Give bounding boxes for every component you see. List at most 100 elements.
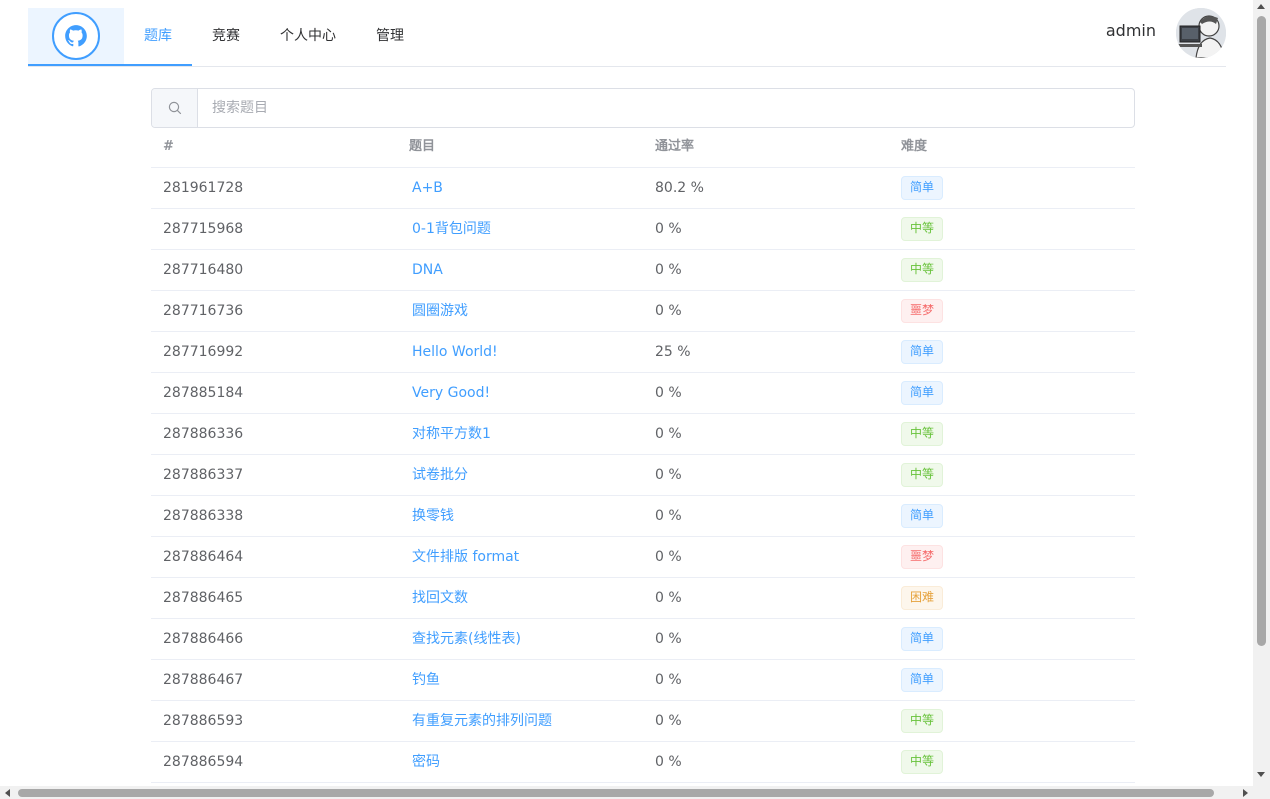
problem-id: 287886466	[163, 631, 244, 647]
problem-title-link[interactable]: 有重复元素的排列问题	[412, 701, 552, 741]
table-body: 281961728 A+B 80.2 % 简单 287715968 0-1背包问题 0 % 中…	[151, 168, 1135, 783]
username-label[interactable]: admin	[1106, 21, 1156, 40]
nav-item-contest[interactable]: 竞赛	[192, 8, 260, 64]
pass-rate: 0 %	[655, 549, 682, 565]
pass-rate: 0 %	[655, 590, 682, 606]
nav-item-admin[interactable]: 管理	[356, 8, 424, 64]
search-input[interactable]	[198, 89, 1134, 127]
problem-title-link[interactable]: 换零钱	[412, 496, 454, 536]
problem-table: # 题目 通过率 难度 281961728 A+B 80.2 % 简单 28771596…	[151, 127, 1135, 783]
header-pass-rate: 通过率	[655, 139, 695, 154]
problem-id: 287886467	[163, 672, 244, 688]
pass-rate: 0 %	[655, 262, 682, 278]
scroll-right-icon[interactable]	[1243, 789, 1248, 797]
problem-title-link[interactable]: Very Good!	[412, 373, 490, 413]
nav-item-problems[interactable]: 题库	[124, 8, 192, 66]
scroll-up-icon[interactable]	[1257, 4, 1265, 9]
scroll-down-icon[interactable]	[1257, 772, 1265, 777]
difficulty-cell: 中等	[901, 742, 944, 782]
header-title: 题目	[409, 139, 436, 154]
problem-id: 287886465	[163, 590, 244, 606]
problem-title-link[interactable]: 0-1背包问题	[412, 209, 491, 249]
difficulty-tag: 简单	[901, 627, 944, 651]
scroll-left-icon[interactable]	[5, 789, 10, 797]
search-box	[151, 88, 1135, 128]
problem-title-link[interactable]: 对称平方数1	[412, 414, 491, 454]
pass-rate: 0 %	[655, 221, 682, 237]
difficulty-cell: 简单	[901, 332, 944, 372]
difficulty-tag: 噩梦	[901, 545, 944, 569]
problem-title-link[interactable]: 试卷批分	[412, 455, 468, 495]
problem-title-link[interactable]: A+B	[412, 168, 443, 208]
difficulty-tag: 简单	[901, 381, 944, 405]
table-row: 287715968 0-1背包问题 0 % 中等	[151, 209, 1135, 250]
problem-title-link[interactable]: 钓鱼	[412, 660, 440, 700]
pass-rate: 0 %	[655, 631, 682, 647]
difficulty-tag: 简单	[901, 176, 944, 200]
table-row: 287886465 找回文数 0 % 困难	[151, 578, 1135, 619]
difficulty-tag: 中等	[901, 750, 944, 774]
problem-title-link[interactable]: 找回文数	[412, 578, 468, 618]
top-nav: 题库 竞赛 个人中心 管理 admin	[28, 8, 1226, 67]
horizontal-scrollbar[interactable]	[0, 786, 1253, 799]
problem-id: 287886594	[163, 754, 244, 770]
problem-id: 287886338	[163, 508, 244, 524]
difficulty-cell: 困难	[901, 578, 944, 618]
problem-id: 287886593	[163, 713, 244, 729]
difficulty-cell: 简单	[901, 373, 944, 413]
difficulty-cell: 噩梦	[901, 291, 944, 331]
problem-id: 287716480	[163, 262, 244, 278]
problem-title-link[interactable]: 文件排版 format	[412, 537, 519, 577]
difficulty-tag: 中等	[901, 422, 944, 446]
difficulty-tag: 简单	[901, 504, 944, 528]
table-row: 287886464 文件排版 format 0 % 噩梦	[151, 537, 1135, 578]
table-row: 287716992 Hello World! 25 % 简单	[151, 332, 1135, 373]
horizontal-scroll-thumb[interactable]	[18, 789, 1214, 797]
table-row: 287886594 密码 0 % 中等	[151, 742, 1135, 783]
difficulty-cell: 简单	[901, 496, 944, 536]
problem-title-link[interactable]: 查找元素(线性表)	[412, 619, 521, 659]
difficulty-tag: 简单	[901, 340, 944, 364]
problem-id: 287716736	[163, 303, 244, 319]
problem-id: 287886464	[163, 549, 244, 565]
search-icon[interactable]	[152, 89, 198, 127]
difficulty-tag: 中等	[901, 709, 944, 733]
problem-id: 281961728	[163, 180, 244, 196]
pass-rate: 0 %	[655, 713, 682, 729]
difficulty-cell: 简单	[901, 660, 944, 700]
pass-rate: 80.2 %	[655, 180, 704, 196]
problem-id: 287715968	[163, 221, 244, 237]
pass-rate: 0 %	[655, 754, 682, 770]
problem-title-link[interactable]: 密码	[412, 742, 440, 782]
problem-id: 287716992	[163, 344, 244, 360]
table-row: 287886466 查找元素(线性表) 0 % 简单	[151, 619, 1135, 660]
difficulty-tag: 中等	[901, 217, 944, 241]
table-row: 287716736 圆圈游戏 0 % 噩梦	[151, 291, 1135, 332]
pass-rate: 0 %	[655, 426, 682, 442]
difficulty-tag: 噩梦	[901, 299, 944, 323]
page: 题库 竞赛 个人中心 管理 admin 搜索题目 # 题目 通过率 难度 281…	[0, 0, 1270, 799]
difficulty-cell: 中等	[901, 209, 944, 249]
table-row: 287885184 Very Good! 0 % 简单	[151, 373, 1135, 414]
table-row: 287886337 试卷批分 0 % 中等	[151, 455, 1135, 496]
problem-title-link[interactable]: DNA	[412, 250, 443, 290]
difficulty-cell: 中等	[901, 455, 944, 495]
problem-id: 287885184	[163, 385, 244, 401]
user-avatar-icon[interactable]	[1176, 8, 1226, 58]
problem-id: 287886337	[163, 467, 244, 483]
table-header: # 题目 通过率 难度	[151, 127, 1135, 168]
difficulty-cell: 中等	[901, 250, 944, 290]
table-row: 287716480 DNA 0 % 中等	[151, 250, 1135, 291]
pass-rate: 0 %	[655, 508, 682, 524]
problem-title-link[interactable]: 圆圈游戏	[412, 291, 468, 331]
problem-title-link[interactable]: Hello World!	[412, 332, 498, 372]
vertical-scroll-thumb[interactable]	[1257, 16, 1266, 646]
github-cat-icon	[52, 12, 100, 60]
vertical-scrollbar[interactable]	[1253, 0, 1270, 799]
difficulty-tag: 中等	[901, 258, 944, 282]
nav-item-profile[interactable]: 个人中心	[260, 8, 356, 64]
header-id: #	[163, 139, 174, 154]
logo-menu-item[interactable]	[28, 8, 124, 66]
difficulty-tag: 简单	[901, 668, 944, 692]
difficulty-cell: 噩梦	[901, 537, 944, 577]
